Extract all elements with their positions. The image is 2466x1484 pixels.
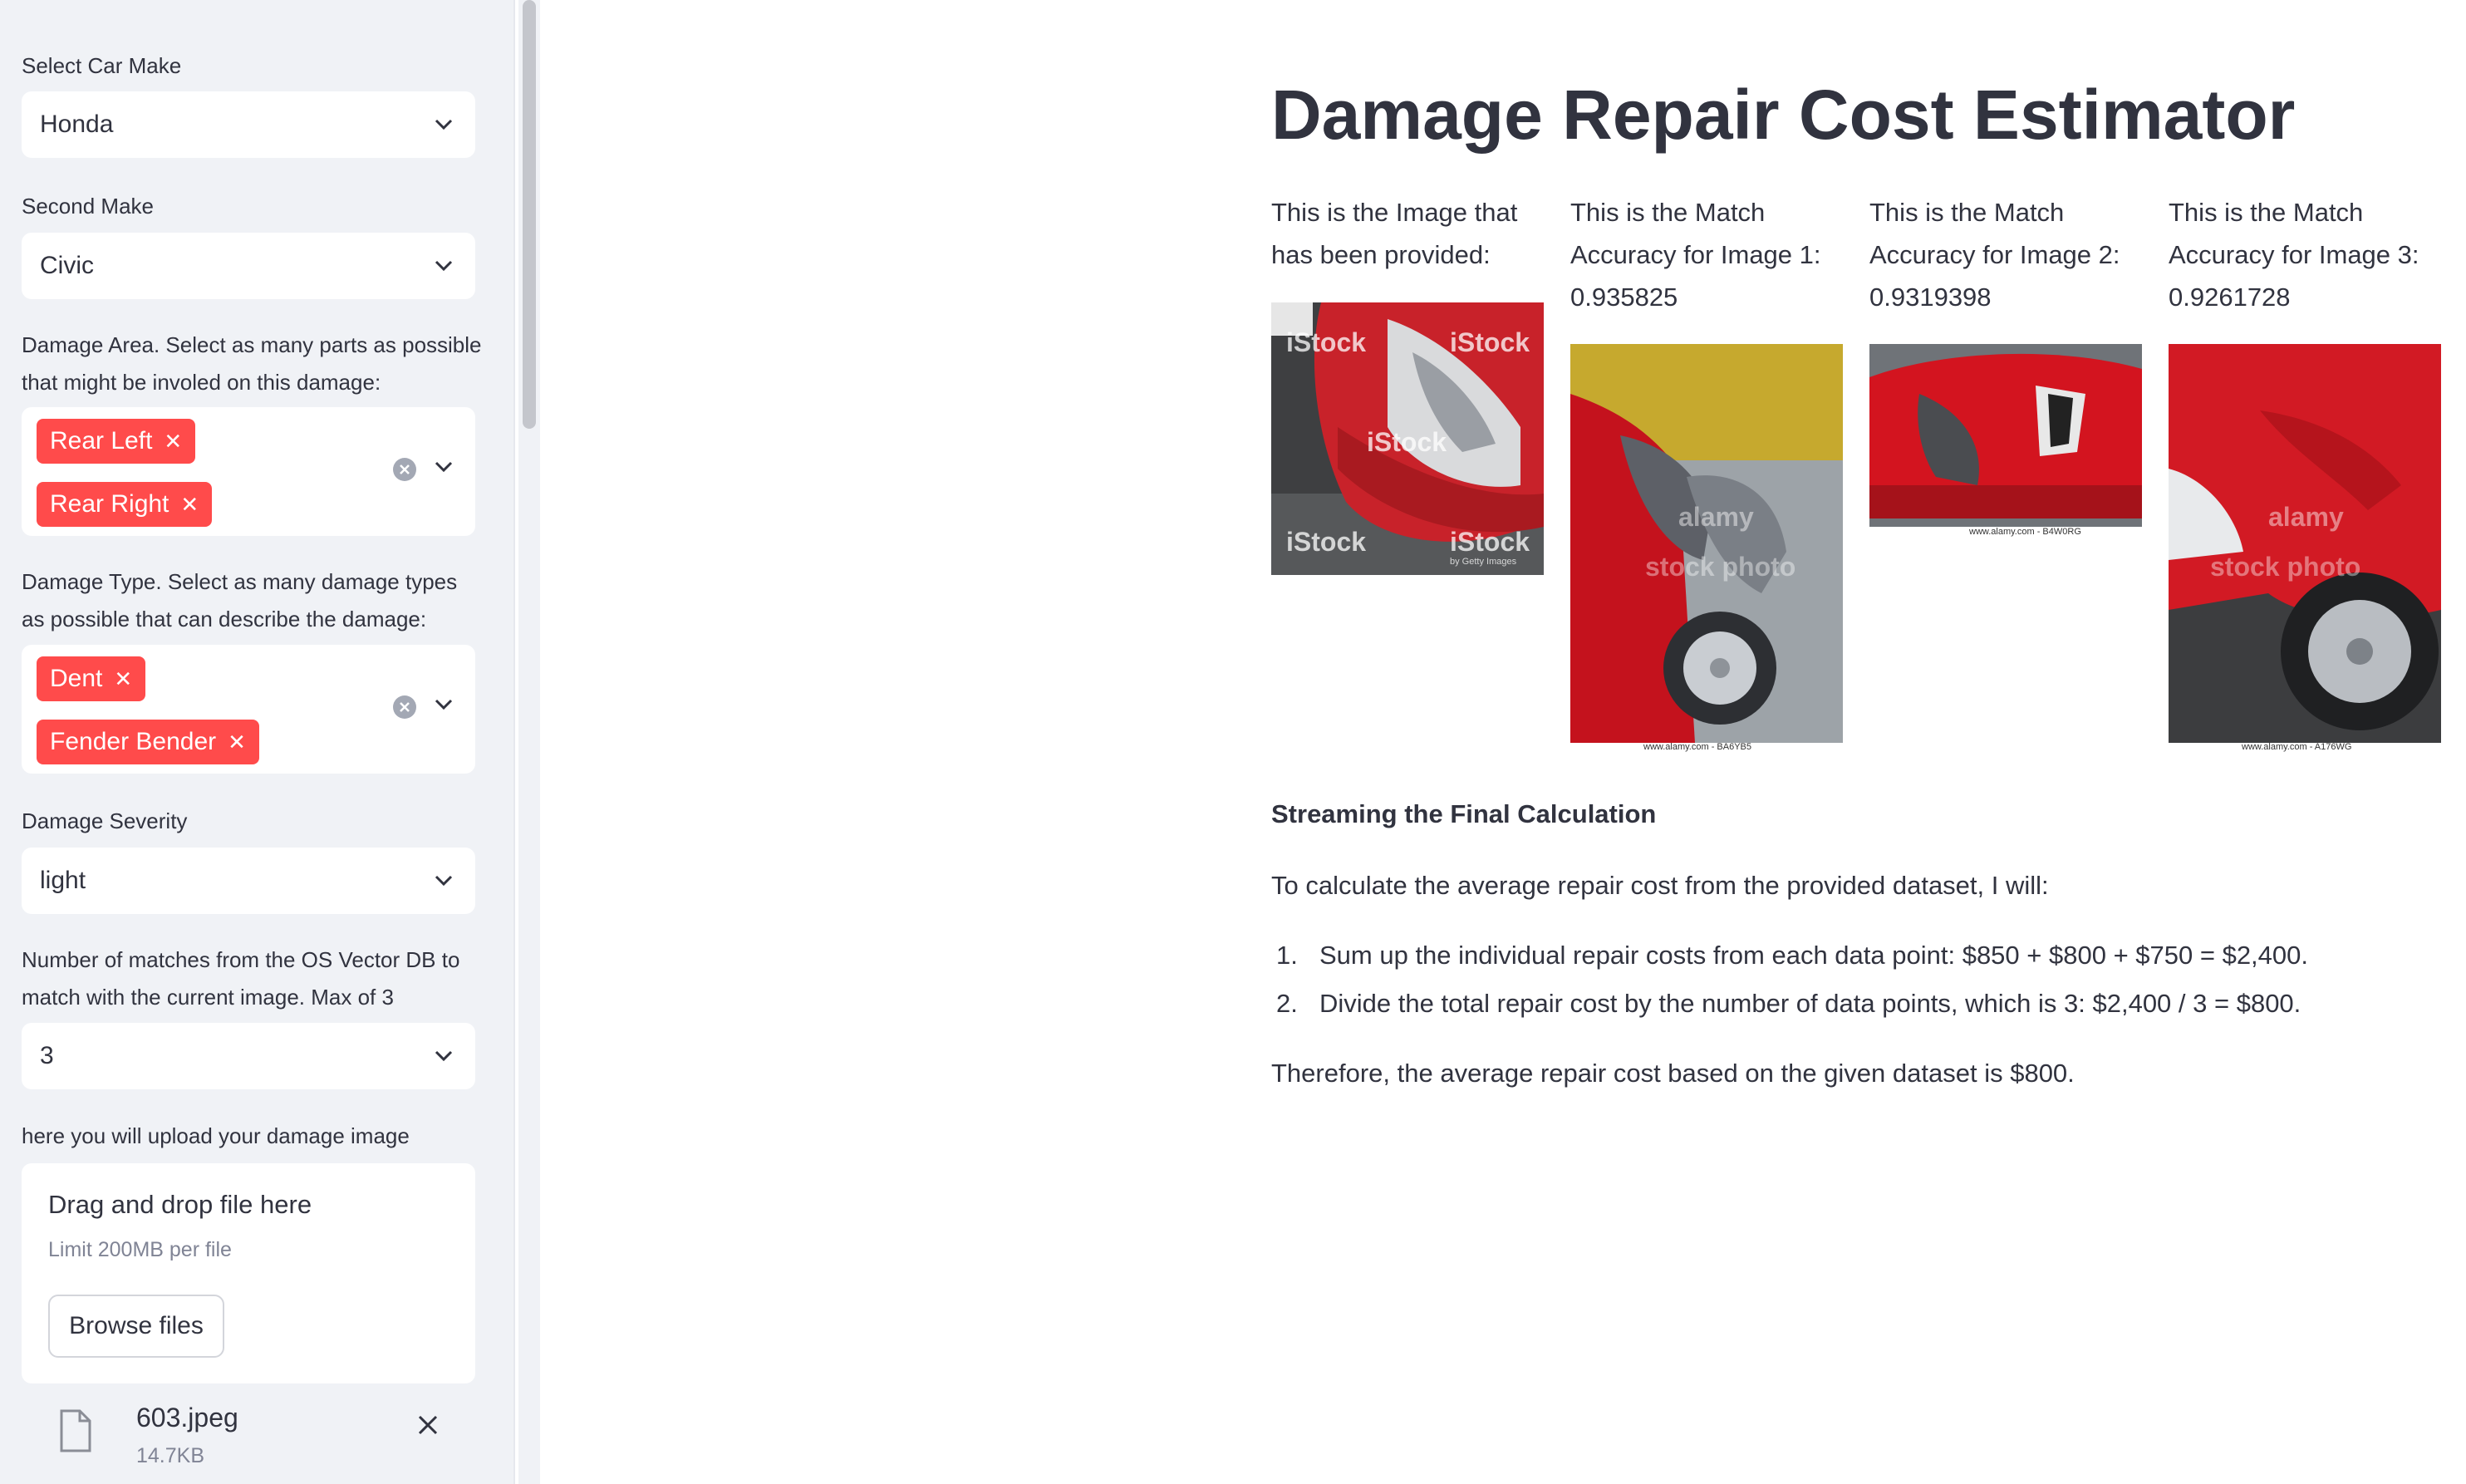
upload-label: here you will upload your damage image (22, 1123, 410, 1148)
image-stamp: www.alamy.com - BA6YB5 (1643, 742, 1752, 752)
watermark: alamy (1678, 502, 1754, 532)
chevron-down-icon[interactable] (434, 460, 454, 478)
car-make-value: Honda (40, 111, 114, 138)
second-make-value: Civic (40, 252, 94, 279)
severity-select[interactable]: light (22, 848, 475, 914)
uploaded-file: 603.jpeg 14.7KB (22, 1396, 475, 1479)
caption-line: This is the Image that (1271, 198, 1518, 227)
watermark: by Getty Images (1450, 557, 1517, 567)
tag-label: Rear Right (50, 490, 169, 518)
chevron-down-icon[interactable] (434, 848, 454, 914)
caption-line: This is the Match (1570, 198, 1766, 227)
watermark: iStock (1367, 427, 1447, 457)
list-item-number: 2. (1276, 989, 1298, 1018)
browse-files-button[interactable]: Browse files (48, 1295, 224, 1358)
list-item-number: 1. (1276, 941, 1298, 970)
match-image-1: alamy stock photo www.alamy.com - BA6YB5 (1570, 344, 1843, 754)
remove-tag-icon[interactable]: ✕ (114, 656, 132, 701)
conclusion-paragraph: Therefore, the average repair cost based… (1271, 1059, 2075, 1088)
page-title: Damage Repair Cost Estimator (1271, 76, 2296, 154)
tag-dent[interactable]: Dent ✕ (37, 656, 146, 701)
watermark: iStock (1286, 327, 1367, 357)
severity-value: light (40, 867, 86, 894)
second-make-select[interactable]: Civic (22, 233, 475, 299)
watermark: stock photo (1645, 552, 1796, 582)
chevron-down-icon[interactable] (434, 91, 454, 158)
damage-type-multiselect[interactable]: Dent ✕ Fender Bender ✕ (22, 645, 475, 774)
list-item: Sum up the individual repair costs from … (1319, 941, 2309, 970)
chevron-down-icon[interactable] (434, 233, 454, 299)
tag-label: Rear Left (50, 427, 153, 455)
section-heading: Streaming the Final Calculation (1271, 799, 1657, 828)
tag-label: Dent (50, 665, 103, 692)
remove-tag-icon[interactable]: ✕ (228, 720, 246, 764)
chevron-down-icon[interactable] (434, 1023, 454, 1089)
file-name: 603.jpeg (136, 1403, 238, 1432)
caption-line: This is the Match (2169, 198, 2364, 227)
remove-tag-icon[interactable]: ✕ (164, 419, 182, 464)
watermark: stock photo (2210, 552, 2361, 582)
match-image-2: www.alamy.com - B4W0RG (1869, 344, 2142, 538)
caption-match-3: This is the Match Accuracy for Image 3: … (2169, 191, 2434, 318)
matches-label-2: match with the current image. Max of 3 (22, 985, 394, 1010)
damage-area-label-2: that might be involed on this damage: (22, 370, 381, 395)
match-accuracy-2: 0.9319398 (1869, 283, 1992, 312)
matches-value: 3 (40, 1042, 54, 1069)
caption-line: has been provided: (1271, 240, 1491, 269)
caption-line: Accuracy for Image 3: (2169, 240, 2419, 269)
caption-line: Accuracy for Image 1: (1570, 240, 1821, 269)
caption-match-1: This is the Match Accuracy for Image 1: … (1570, 191, 1836, 318)
damage-type-label-2: as possible that can describe the damage… (22, 607, 427, 631)
match-accuracy-3: 0.9261728 (2169, 283, 2291, 312)
image-stamp: www.alamy.com - A176WG (2242, 742, 2352, 752)
watermark: iStock (1450, 327, 1530, 357)
matches-label: Number of matches from the OS Vector DB … (22, 947, 460, 972)
caption-line: This is the Match (1869, 198, 2065, 227)
damage-area-label: Damage Area. Select as many parts as pos… (22, 332, 482, 357)
file-dropzone[interactable]: Drag and drop file here Limit 200MB per … (22, 1163, 475, 1383)
car-make-label: Select Car Make (22, 53, 182, 78)
caption-provided: This is the Image that has been provided… (1271, 191, 1537, 276)
file-size: 14.7KB (136, 1444, 205, 1467)
provided-damage-image: iStock iStock iStock iStock iStock by Ge… (1271, 302, 1544, 575)
tag-fender-bender[interactable]: Fender Bender ✕ (37, 720, 259, 764)
car-make-select[interactable]: Honda (22, 91, 475, 158)
caption-match-2: This is the Match Accuracy for Image 2: … (1869, 191, 2135, 318)
watermark: alamy (2268, 502, 2344, 532)
clear-all-icon[interactable] (392, 695, 417, 724)
intro-paragraph: To calculate the average repair cost fro… (1271, 871, 2049, 900)
tag-rear-right[interactable]: Rear Right ✕ (37, 482, 213, 527)
second-make-label: Second Make (22, 194, 154, 219)
clear-all-icon[interactable] (392, 457, 417, 486)
sidebar-scrollbar-thumb[interactable] (523, 0, 536, 429)
chevron-down-icon[interactable] (434, 698, 454, 715)
match-accuracy-1: 0.935825 (1570, 283, 1678, 312)
tag-rear-left[interactable]: Rear Left ✕ (37, 419, 196, 464)
tag-label: Fender Bender (50, 728, 217, 755)
image-stamp: www.alamy.com - B4W0RG (1969, 527, 2081, 537)
watermark: iStock (1286, 527, 1367, 557)
remove-file-icon[interactable] (417, 1414, 439, 1440)
caption-line: Accuracy for Image 2: (1869, 240, 2120, 269)
severity-label: Damage Severity (22, 808, 188, 833)
match-image-3: alamy stock photo www.alamy.com - A176WG (2169, 344, 2441, 754)
damage-type-label: Damage Type. Select as many damage types (22, 569, 458, 594)
dropzone-limit: Limit 200MB per file (48, 1238, 232, 1261)
sidebar: Select Car Make Honda Second Make Civic … (0, 0, 515, 1484)
damage-area-multiselect[interactable]: Rear Left ✕ Rear Right ✕ (22, 407, 475, 536)
dropzone-title: Drag and drop file here (48, 1190, 312, 1219)
matches-select[interactable]: 3 (22, 1023, 475, 1089)
watermark: iStock (1450, 527, 1530, 557)
file-icon (58, 1409, 91, 1457)
list-item: Divide the total repair cost by the numb… (1319, 989, 2301, 1018)
remove-tag-icon[interactable]: ✕ (180, 482, 199, 527)
